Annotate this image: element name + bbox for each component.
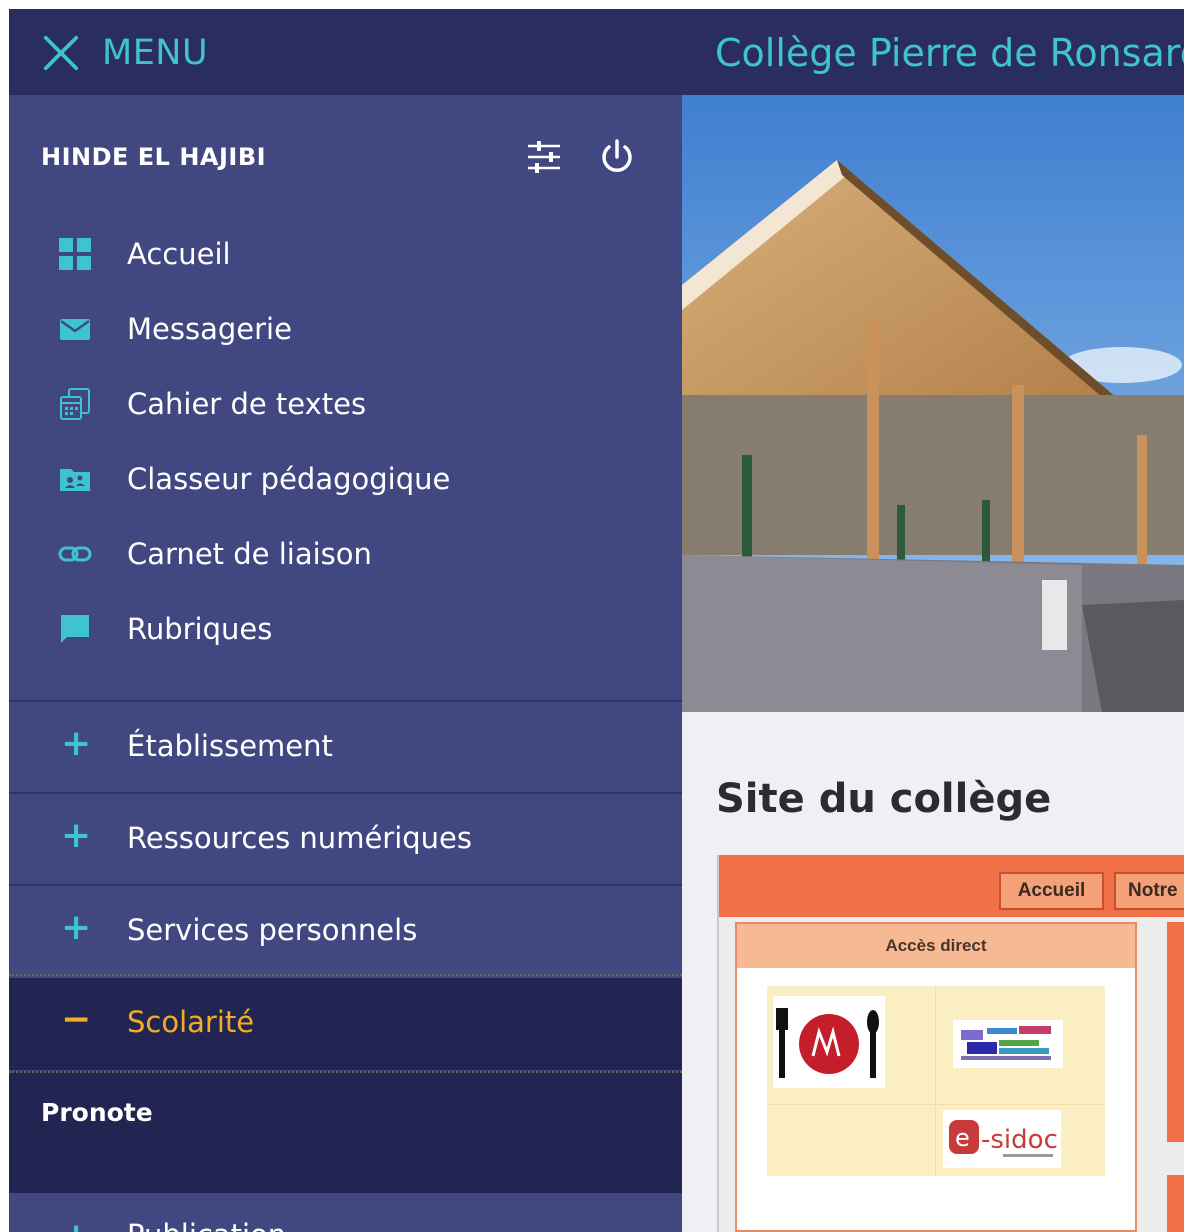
- scolarite-submenu: Pronote: [9, 1071, 682, 1193]
- preview-right-column: [1167, 1175, 1184, 1232]
- section-services-personnels[interactable]: + Services personnels: [9, 884, 682, 976]
- user-row: HINDE EL HAJIBI: [9, 129, 682, 185]
- preview-right-column: [1167, 922, 1184, 1142]
- grid-divider: [767, 1104, 1105, 1105]
- svg-text:e: e: [955, 1124, 970, 1152]
- college-site-preview[interactable]: Accueil Notre Accès direct e -sidoc: [717, 855, 1184, 1232]
- notebook-calendar-icon: [55, 386, 95, 422]
- folder-shared-icon: [55, 461, 95, 497]
- close-icon[interactable]: [41, 33, 81, 73]
- chat-bubble-icon: [55, 611, 95, 647]
- preview-panel-title: Accès direct: [737, 924, 1135, 968]
- settings-sliders-icon[interactable]: [524, 139, 564, 175]
- section-label: Publication: [127, 1215, 286, 1232]
- app-frame: MENU HINDE EL HAJIBI Accueil Messagerie …: [9, 9, 1184, 1232]
- main-content: Collège Pierre de Ronsard Site du collèg…: [682, 9, 1184, 1232]
- svg-text:-sidoc: -sidoc: [981, 1125, 1058, 1155]
- menu-label[interactable]: MENU: [102, 31, 208, 75]
- section-publication[interactable]: + Publication: [9, 1193, 682, 1232]
- school-title[interactable]: Collège Pierre de Ronsard: [715, 27, 1184, 79]
- submenu-item-pronote[interactable]: Pronote: [41, 1095, 153, 1131]
- school-building-photo: [682, 95, 1184, 712]
- section-scolarite[interactable]: − Scolarité: [9, 978, 682, 1070]
- nav-item-label: Messagerie: [127, 312, 292, 346]
- grid-divider: [935, 986, 936, 1176]
- expand-plus-icon: +: [61, 1215, 91, 1232]
- e-sidoc-logo[interactable]: e -sidoc: [943, 1110, 1061, 1168]
- ent-wordcloud-logo[interactable]: [953, 1020, 1063, 1068]
- nav-item-rubriques[interactable]: Rubriques: [9, 591, 682, 666]
- nav-item-label: Accueil: [127, 237, 231, 271]
- expand-plus-icon: +: [61, 723, 92, 764]
- section-label: Établissement: [127, 729, 333, 763]
- nav-item-accueil[interactable]: Accueil: [9, 216, 682, 291]
- expand-plus-icon: +: [61, 907, 92, 948]
- nav-item-classeur-pedagogique[interactable]: Classeur pédagogique: [9, 441, 682, 516]
- nav-item-label: Classeur pédagogique: [127, 462, 451, 496]
- nav-list: Accueil Messagerie Cahier de textes Clas…: [9, 216, 682, 666]
- section-label: Ressources numériques: [127, 821, 472, 855]
- nav-item-label: Rubriques: [127, 612, 273, 646]
- nav-item-cahier-de-textes[interactable]: Cahier de textes: [9, 366, 682, 441]
- sidebar-menu: MENU HINDE EL HAJIBI Accueil Messagerie …: [9, 9, 682, 1232]
- preview-acces-direct-panel: Accès direct e -sidoc: [735, 922, 1137, 1232]
- preview-button-accueil[interactable]: Accueil: [999, 872, 1104, 910]
- nav-item-messagerie[interactable]: Messagerie: [9, 291, 682, 366]
- expand-plus-icon: +: [61, 815, 92, 856]
- power-icon[interactable]: [597, 137, 637, 177]
- menu-bar: MENU: [9, 9, 682, 95]
- section-label: Scolarité: [127, 1005, 255, 1039]
- dashboard-grid-icon: [55, 236, 95, 272]
- nav-item-label: Cahier de textes: [127, 387, 367, 421]
- section-label: Services personnels: [127, 913, 418, 947]
- link-icon: [55, 536, 95, 572]
- nav-item-carnet-de-liaison[interactable]: Carnet de liaison: [9, 516, 682, 591]
- section-ressources-numeriques[interactable]: + Ressources numériques: [9, 792, 682, 884]
- section-title-site-du-college: Site du collège: [716, 776, 1052, 822]
- envelope-icon: [55, 311, 95, 347]
- main-header: Collège Pierre de Ronsard: [682, 9, 1184, 95]
- preview-link-grid: e -sidoc: [767, 986, 1105, 1176]
- section-etablissement[interactable]: + Établissement: [9, 700, 682, 792]
- nav-item-label: Carnet de liaison: [127, 537, 372, 571]
- collapse-minus-icon: −: [61, 999, 92, 1040]
- user-name: HINDE EL HAJIBI: [41, 143, 267, 171]
- menu-restaurant-logo[interactable]: [773, 996, 885, 1088]
- preview-button-notre[interactable]: Notre: [1114, 872, 1184, 910]
